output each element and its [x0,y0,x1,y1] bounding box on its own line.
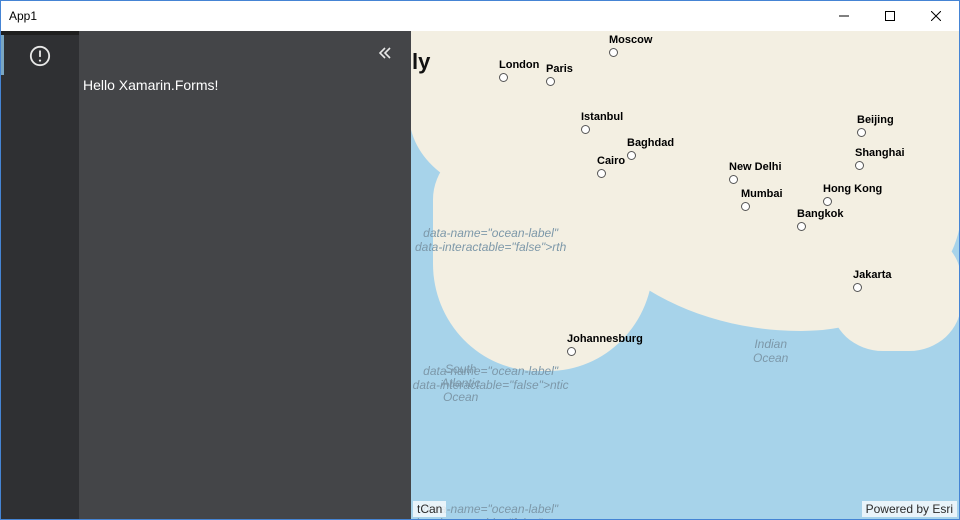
window-title: App1 [1,9,821,23]
city-label: Shanghai [855,147,905,171]
title-bar[interactable]: App1 [1,1,959,31]
nav-rail [1,31,79,519]
maximize-button[interactable] [867,1,913,31]
city-label: Paris [546,63,573,87]
city-label: Johannesburg [567,333,643,357]
city-label: Cairo [597,155,625,179]
city-label: Bangkok [797,208,843,232]
panel-message: Hello Xamarin.Forms! [83,77,218,93]
minimize-button[interactable] [821,1,867,31]
alert-icon[interactable] [29,45,51,67]
city-label: Mumbai [741,188,783,212]
city-label: London [499,59,539,83]
city-label: Hong Kong [823,183,882,207]
city-label: Baghdad [627,137,674,161]
city-label: Moscow [609,34,652,58]
city-label: Istanbul [581,111,623,135]
close-button[interactable] [913,1,959,31]
city-label: Jakarta [853,269,892,293]
tab-indicator [1,31,79,35]
attribution-left-fragment: tCan [413,501,446,517]
client-area: ly data-name="ocean-label"data-interacta… [1,31,959,519]
city-label: New Delhi [729,161,782,185]
selected-indicator [1,35,4,75]
ocean-label: SouthAtlanticOcean [441,363,480,404]
ocean-label: IndianOcean [753,338,788,366]
map-attribution: Powered by Esri [862,501,957,517]
page-title-fragment: ly [412,49,430,75]
app-window: App1 ly data-name="ocean-label"data-inte… [0,0,960,520]
flyout-panel: Hello Xamarin.Forms! [1,31,411,519]
collapse-button[interactable] [377,45,393,61]
city-label: Beijing [857,114,894,138]
